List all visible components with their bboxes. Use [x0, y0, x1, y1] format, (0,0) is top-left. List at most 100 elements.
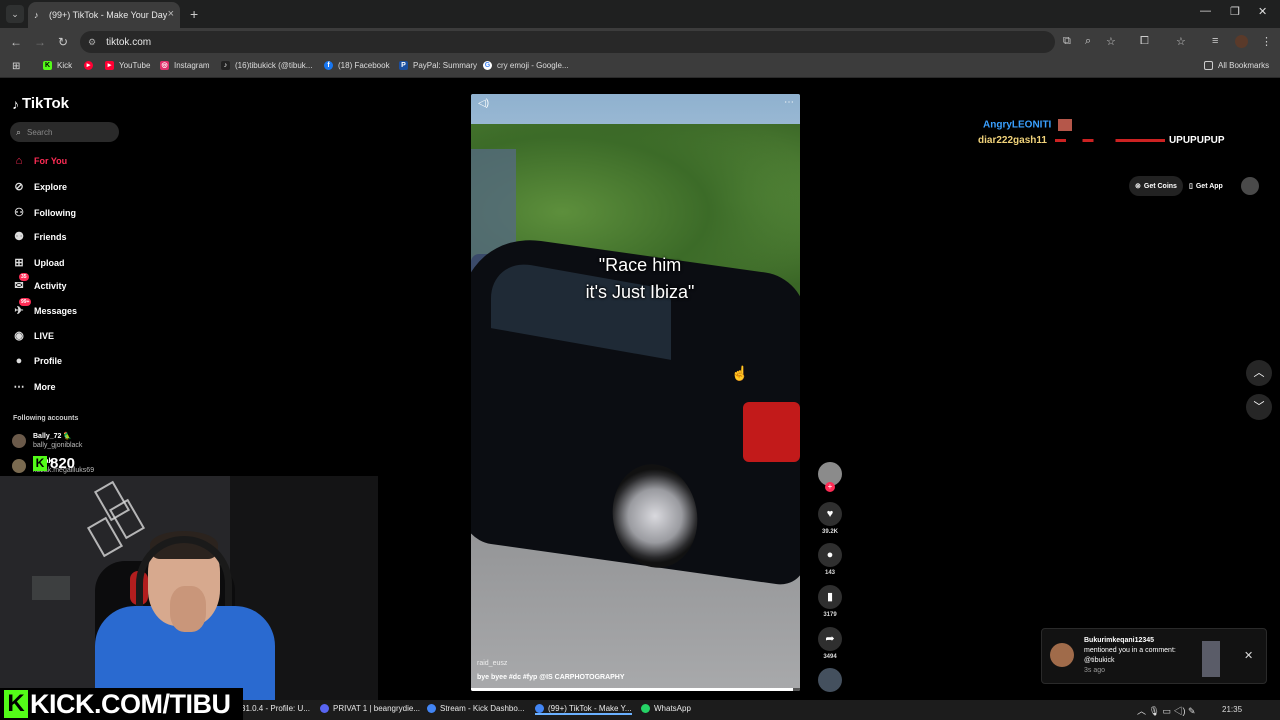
kick-icon: K: [33, 456, 47, 471]
nav-following[interactable]: ⚇ Following: [12, 206, 76, 220]
follow-plus-icon[interactable]: +: [825, 482, 835, 492]
apps-grid-icon[interactable]: ⊞: [12, 61, 20, 72]
comment-button[interactable]: ● 143: [818, 543, 842, 576]
tiktok-icon: ♪: [221, 61, 230, 70]
bookmark-youtube-music[interactable]: ▸: [84, 61, 98, 70]
extensions-icon[interactable]: ⧠: [1140, 35, 1149, 48]
video-author[interactable]: raid_eusz: [477, 660, 507, 667]
nav-for-you[interactable]: ⌂ For You: [12, 154, 68, 168]
browser-menu-icon[interactable]: ⋮: [1261, 35, 1272, 48]
mention-notification[interactable]: Bukurimkeqani12345 mentioned you in a co…: [1041, 628, 1267, 684]
favorites-icon[interactable]: ☆: [1176, 35, 1186, 48]
friends-icon: ⚉: [14, 231, 24, 243]
next-video-button[interactable]: ﹀: [1246, 394, 1272, 420]
browser-profile-avatar[interactable]: [1235, 35, 1248, 48]
microphone-icon[interactable]: 🎙: [1149, 706, 1160, 716]
nav-label: More: [34, 382, 56, 392]
bookmark-tiktok[interactable]: ♪ (16)tibukick (@tibuk...: [221, 61, 312, 70]
get-app-label: Get App: [1195, 182, 1223, 190]
chrome-icon: [427, 704, 436, 713]
address-bar[interactable]: ⚙ tiktok.com: [80, 31, 1055, 53]
nav-messages[interactable]: ✈ 99+ Messages: [12, 298, 77, 318]
more-options-icon[interactable]: ⋯: [784, 97, 794, 108]
taskbar-app[interactable]: 31.0.4 - Profile: U...: [241, 704, 310, 713]
video-player[interactable]: "Race him it's Just Ibiza" ◁) ⋯ raid_eus…: [471, 94, 800, 691]
install-app-icon[interactable]: ⧉: [1063, 35, 1071, 48]
tiktok-icon: ♪: [34, 10, 39, 20]
like-button[interactable]: ♥ 39.2K: [818, 502, 842, 535]
share-button[interactable]: ➦ 3494: [818, 627, 842, 660]
restore-icon[interactable]: ❐: [1230, 5, 1240, 18]
volume-icon[interactable]: ◁): [478, 98, 489, 109]
music-disc-avatar[interactable]: [818, 668, 842, 692]
zoom-icon[interactable]: ⌕: [1085, 35, 1091, 48]
network-icon[interactable]: ▭: [1162, 706, 1171, 716]
nav-explore[interactable]: ⊘ Explore: [12, 180, 67, 194]
nav-friends[interactable]: ⚉ Friends: [12, 230, 66, 244]
tab-search-button[interactable]: ⌄: [6, 5, 24, 23]
taskbar-app[interactable]: Stream - Kick Dashbo...: [427, 704, 524, 713]
following-accounts-title: Following accounts: [13, 415, 79, 422]
bookmark-paypal[interactable]: P PayPal: Summary: [399, 61, 477, 70]
pen-icon[interactable]: ✎: [1188, 706, 1196, 716]
forward-icon[interactable]: →: [34, 35, 46, 49]
reload-icon[interactable]: ↻: [58, 35, 68, 49]
coin-icon: ⊚: [1135, 183, 1141, 190]
video-progress-bar[interactable]: [471, 688, 800, 691]
taskbar-app[interactable]: WhatsApp: [641, 704, 691, 713]
bookmark-icon: ▮: [818, 585, 842, 609]
notification-thumbnail: [1202, 641, 1220, 677]
nav-more[interactable]: ⋯ More: [12, 380, 56, 394]
bookmark-kick[interactable]: K Kick: [43, 61, 72, 70]
save-button[interactable]: ▮ 3179: [818, 585, 842, 618]
notification-time: 3s ago: [1084, 667, 1106, 674]
youtube-icon: ▸: [84, 61, 93, 70]
youtube-icon: ▸: [105, 61, 114, 70]
nav-profile[interactable]: ● Profile: [12, 354, 62, 368]
search-input[interactable]: ⌕ Search: [10, 122, 119, 142]
bookmark-instagram[interactable]: ◎ Instagram: [160, 61, 210, 70]
previous-video-button[interactable]: ︿: [1246, 360, 1272, 386]
notification-text: Bukurimkeqani12345 mentioned you in a co…: [1084, 636, 1204, 676]
chat-username: diar222gash11: [978, 135, 1047, 146]
all-bookmarks-button[interactable]: All Bookmarks: [1204, 61, 1269, 70]
browser-tabstrip: ⌄ ♪ (99+) TikTok - Make Your Day × + — ❐…: [0, 0, 1280, 28]
volume-icon[interactable]: ◁): [1174, 706, 1186, 716]
get-coins-button[interactable]: ⊚ Get Coins: [1129, 176, 1183, 196]
minimize-icon[interactable]: —: [1200, 5, 1211, 17]
browser-tab-tiktok[interactable]: ♪ (99+) TikTok - Make Your Day ×: [28, 2, 180, 28]
bookmark-google[interactable]: Gcry emoji - Google...: [483, 61, 569, 70]
compass-icon: ⊘: [14, 181, 24, 193]
following-account[interactable]: Bally_72 🦜 bally_gjoniblack: [12, 432, 82, 450]
tray-chevron-icon[interactable]: ︿: [1137, 706, 1146, 716]
tab-close-icon[interactable]: ×: [168, 8, 174, 20]
media-controls-icon[interactable]: ≡: [1212, 35, 1218, 47]
nav-activity[interactable]: ✉ 35 Activity: [12, 273, 67, 293]
following-icon: ⚇: [14, 207, 24, 219]
tiktok-logo[interactable]: ♪ TikTok: [12, 95, 69, 112]
site-info-icon[interactable]: ⚙: [88, 37, 96, 48]
account-display-name: bally_gjoniblack: [33, 442, 83, 449]
system-tray[interactable]: ︿ 🎙 ▭ ◁) ✎: [1137, 704, 1196, 717]
bookmark-youtube[interactable]: ▸ YouTube: [105, 61, 150, 70]
get-app-button[interactable]: ▯ Get App: [1185, 176, 1227, 196]
heart-icon: ♥: [818, 502, 842, 526]
user-avatar[interactable]: [1241, 177, 1259, 195]
more-icon: ⋯: [13, 381, 25, 393]
bookmarks-bar: ⊞ K Kick ▸ ▸ YouTube ◎ Instagram ♪ (16)tibuk…: [0, 56, 1280, 78]
window-close-icon[interactable]: ✕: [1258, 5, 1267, 18]
new-tab-button[interactable]: +: [190, 6, 198, 22]
nav-live[interactable]: ◉ LIVE: [12, 329, 54, 343]
taskbar-app[interactable]: PRIVAT 1 | beangrydie...: [320, 704, 420, 713]
nav-upload[interactable]: ⊞ Upload: [12, 256, 64, 270]
bookmark-label: YouTube: [119, 61, 151, 70]
webcam-shelf: [32, 576, 70, 600]
taskbar-app[interactable]: (99+) TikTok - Make Y...: [535, 704, 632, 715]
bookmark-label: Kick: [57, 61, 73, 70]
bookmark-star-icon[interactable]: ☆: [1106, 35, 1116, 48]
bookmark-facebook[interactable]: f (18) Facebook: [324, 61, 390, 70]
close-icon[interactable]: ✕: [1244, 649, 1253, 662]
back-icon[interactable]: ←: [10, 35, 22, 49]
taskbar-clock[interactable]: 21:35: [1222, 705, 1242, 714]
taskbar-app-label: (99+) TikTok - Make Y...: [548, 704, 632, 713]
